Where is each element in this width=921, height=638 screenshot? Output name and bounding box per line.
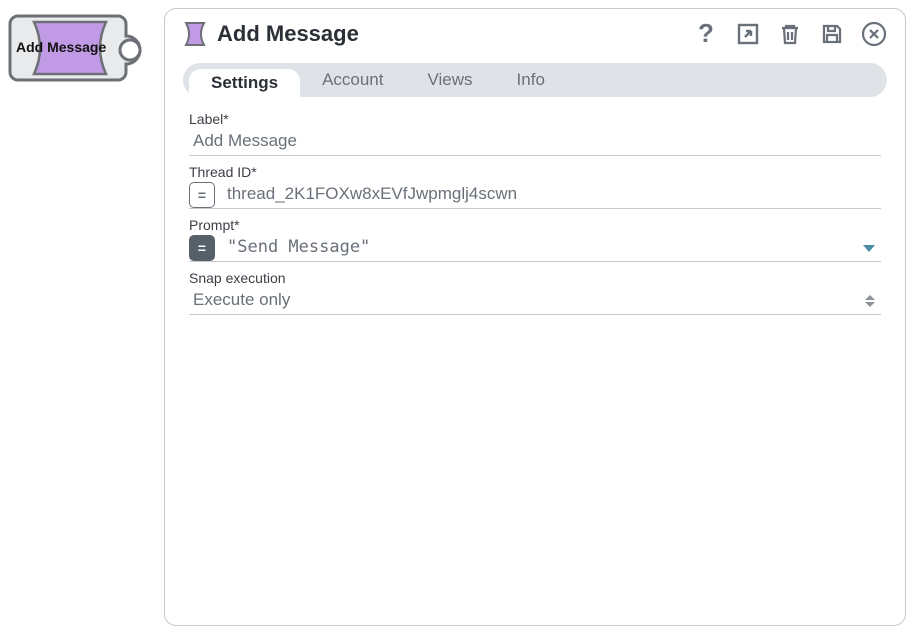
chevron-up-icon — [865, 295, 875, 300]
field-prompt-caption: Prompt* — [189, 217, 881, 233]
panel-header-actions: ? — [693, 21, 887, 47]
save-icon[interactable] — [819, 21, 845, 47]
snap-type-icon — [183, 21, 207, 47]
tab-info[interactable]: Info — [495, 66, 567, 94]
field-thread-id: Thread ID* = — [189, 164, 881, 209]
tab-account[interactable]: Account — [300, 66, 405, 94]
tab-settings[interactable]: Settings — [189, 69, 300, 97]
tab-bar: Settings Account Views Info — [183, 63, 887, 97]
snap-node-add-message[interactable]: Add Message — [6, 12, 146, 84]
label-input[interactable] — [189, 129, 881, 155]
field-thread-id-caption: Thread ID* — [189, 164, 881, 180]
field-label-caption: Label* — [189, 111, 881, 127]
snap-execution-select[interactable] — [189, 288, 857, 314]
tab-views[interactable]: Views — [406, 66, 495, 94]
prompt-expression-toggle[interactable]: = — [189, 235, 215, 261]
close-icon[interactable] — [861, 21, 887, 47]
prompt-input[interactable] — [223, 235, 855, 261]
export-icon[interactable] — [735, 21, 761, 47]
thread-id-expression-toggle[interactable]: = — [189, 182, 215, 208]
trash-icon[interactable] — [777, 21, 803, 47]
chevron-down-icon — [865, 302, 875, 307]
panel-title: Add Message — [217, 21, 693, 47]
snap-execution-stepper[interactable] — [865, 288, 875, 314]
prompt-dropdown-icon[interactable] — [863, 245, 875, 252]
field-prompt: Prompt* = — [189, 217, 881, 262]
field-snap-execution-caption: Snap execution — [189, 270, 881, 286]
thread-id-input[interactable] — [223, 182, 881, 208]
field-label: Label* — [189, 111, 881, 156]
help-icon[interactable]: ? — [693, 21, 719, 47]
snap-config-panel: Add Message ? — [164, 8, 906, 626]
field-snap-execution: Snap execution — [189, 270, 881, 315]
svg-text:?: ? — [698, 21, 714, 47]
settings-form: Label* Thread ID* = Prompt* = — [165, 97, 905, 315]
panel-header: Add Message ? — [165, 9, 905, 53]
